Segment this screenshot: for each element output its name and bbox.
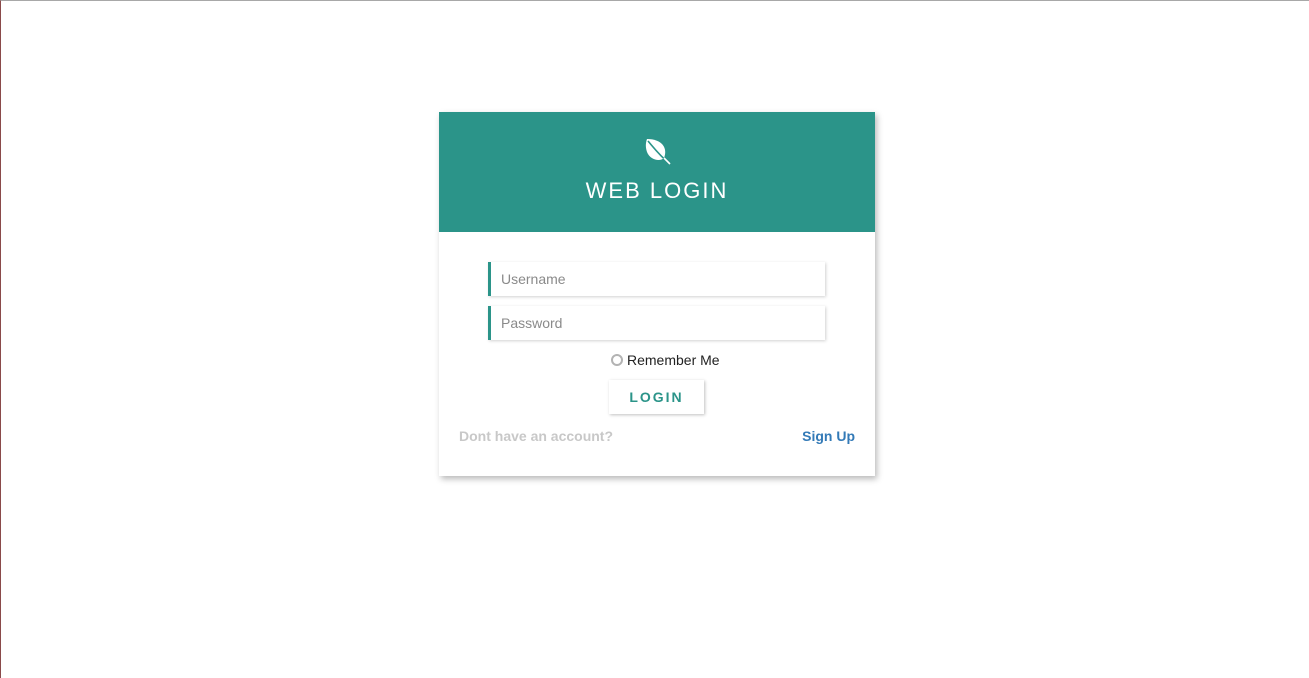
password-field	[488, 306, 825, 340]
card-header: WEB LOGIN	[439, 112, 875, 232]
password-input[interactable]	[491, 306, 825, 340]
username-input[interactable]	[491, 262, 825, 296]
page: WEB LOGIN Remember Me LOGIN Dont have an…	[0, 0, 1309, 678]
page-title: WEB LOGIN	[585, 178, 729, 203]
username-field	[488, 262, 825, 296]
login-card: WEB LOGIN Remember Me LOGIN Dont have an…	[439, 112, 875, 476]
signup-link[interactable]: Sign Up	[802, 428, 855, 444]
remember-me[interactable]: Remember Me	[611, 352, 720, 368]
remember-me-label: Remember Me	[627, 352, 720, 368]
no-account-text: Dont have an account?	[459, 428, 614, 444]
remember-me-radio[interactable]	[611, 354, 623, 366]
leaf-icon	[645, 139, 671, 165]
login-button[interactable]: LOGIN	[609, 380, 704, 414]
